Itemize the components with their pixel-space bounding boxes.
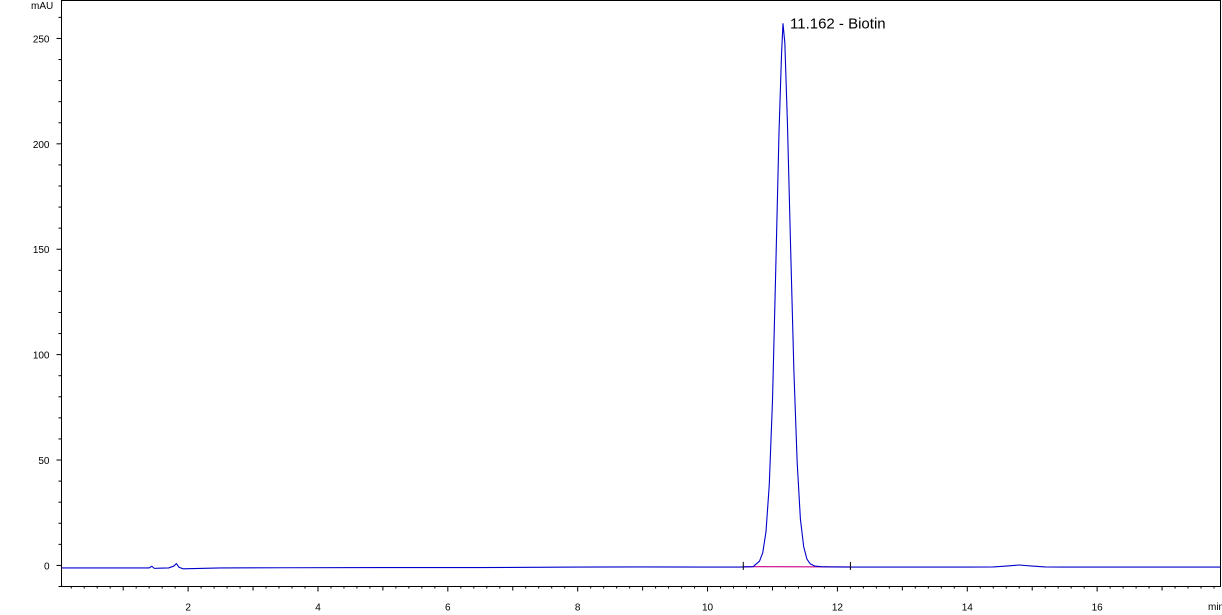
signal-trace-line [61,23,1221,570]
y-tick-label: 200 [33,140,50,151]
y-tick-label: 250 [33,34,50,45]
y-tick-label: 150 [33,245,50,256]
peak-label: 11.162 - Biotin [790,16,886,33]
y-axis: 0 50 100 150 200 250 [33,16,62,587]
y-tick-label: 0 [44,561,50,572]
y-tick-label: 50 [38,456,50,467]
chromatogram-chart: 0 50 100 150 200 250 2 4 6 8 10 12 14 16 11.162 - Bi… [0,0,1222,615]
series-layer [61,23,1221,570]
x-tick-label: 2 [185,603,191,614]
x-tick-label: 14 [962,603,974,614]
plot-frame [61,0,1221,587]
annotation-layer: 11.162 - Biotin [790,16,886,33]
x-tick-label: 10 [702,603,714,614]
x-tick-label: 6 [445,603,451,614]
chromatogram-svg: 0 50 100 150 200 250 2 4 6 8 10 12 14 16 11.162 - Bi… [31,0,1222,614]
x-tick-label: 12 [832,603,844,614]
x-axis: 2 4 6 8 10 12 14 16 [70,586,1215,614]
x-tick-label: 4 [315,603,321,614]
y-axis-unit-label: mAU [31,1,53,12]
x-axis-unit-label: min [1208,602,1222,613]
y-tick-label: 100 [33,351,50,362]
x-tick-label: 8 [575,603,581,614]
x-tick-label: 16 [1092,603,1104,614]
